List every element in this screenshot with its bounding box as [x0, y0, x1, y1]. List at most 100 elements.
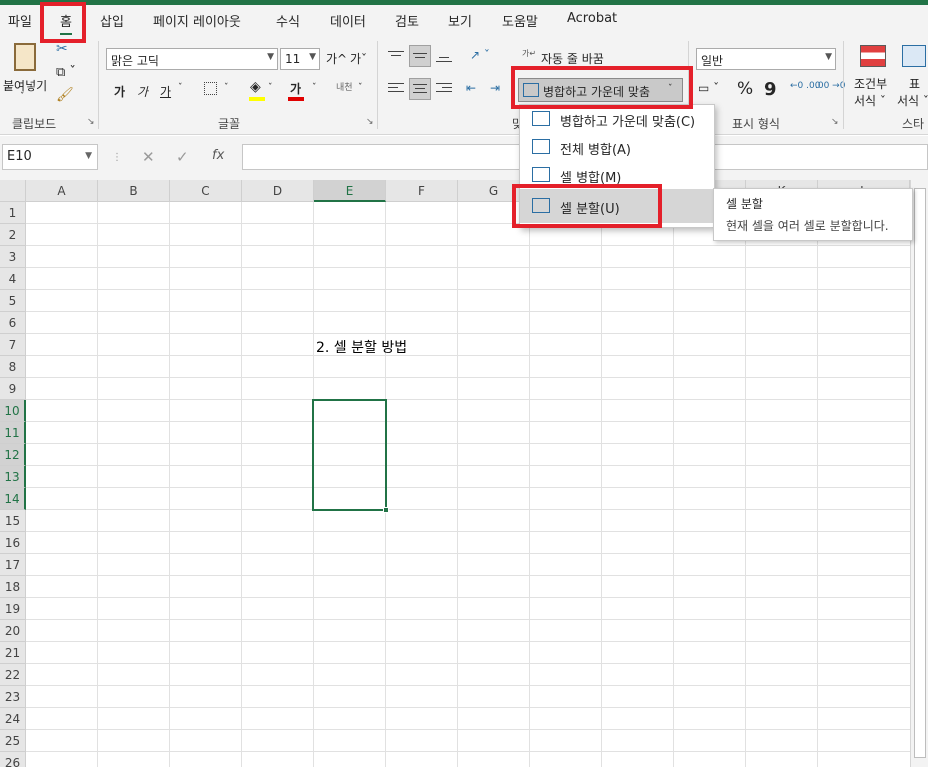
align-bottom-icon[interactable] — [436, 49, 452, 63]
row-header[interactable]: 14 — [0, 488, 26, 510]
conditional-format-sub[interactable]: 서식 ˇ — [854, 92, 886, 109]
italic-button[interactable]: 가 — [137, 83, 148, 100]
format-as-table-icon[interactable] — [902, 45, 926, 67]
comma-button[interactable]: 9 — [764, 79, 777, 100]
format-as-table-sub[interactable]: 서식 ˇ — [897, 92, 928, 109]
column-header-b[interactable]: B — [98, 180, 170, 202]
copy-icon[interactable]: ⧉ ˇ — [56, 65, 76, 80]
underline-button[interactable]: 가 — [160, 83, 171, 100]
column-header-d[interactable]: D — [242, 180, 314, 202]
row-header[interactable]: 18 — [0, 576, 26, 598]
conditional-format-icon[interactable] — [860, 45, 886, 67]
chevron-down-icon[interactable]: ˇ — [268, 83, 273, 93]
row-header[interactable]: 9 — [0, 378, 26, 400]
align-left-icon[interactable] — [388, 81, 404, 95]
row-header[interactable]: 7 — [0, 334, 26, 356]
chevron-down-icon[interactable]: ˇ — [358, 83, 363, 93]
conditional-format-button[interactable]: 조건부 — [854, 75, 887, 92]
tab-acrobat[interactable]: Acrobat — [567, 11, 617, 26]
tab-file[interactable]: 파일 — [8, 11, 32, 30]
row-header[interactable]: 4 — [0, 268, 26, 290]
decrease-indent-icon[interactable]: ⇤ — [466, 81, 476, 95]
align-top-icon[interactable] — [388, 49, 404, 63]
row-header[interactable]: 21 — [0, 642, 26, 664]
cell-e7[interactable]: 2. 셀 분할 방법 — [316, 337, 407, 357]
name-box[interactable]: E10 ▼ — [2, 144, 98, 170]
row-header[interactable]: 25 — [0, 730, 26, 752]
menu-item-merge-center[interactable]: 병합하고 가운데 맞춤(C) — [520, 105, 714, 133]
align-right-icon[interactable] — [436, 81, 452, 95]
paste-button[interactable]: 붙여넣기 — [3, 77, 47, 94]
row-header[interactable]: 20 — [0, 620, 26, 642]
tab-data[interactable]: 데이터 — [330, 11, 366, 30]
clipboard-launcher-icon[interactable]: ↘ — [87, 117, 95, 127]
row-header[interactable]: 8 — [0, 356, 26, 378]
fill-handle[interactable] — [383, 507, 389, 513]
bold-button[interactable]: 가 — [114, 83, 125, 100]
align-middle-icon[interactable] — [409, 45, 431, 67]
format-painter-icon[interactable]: 🖌 — [56, 87, 74, 103]
row-header[interactable]: 15 — [0, 510, 26, 532]
row-header[interactable]: 19 — [0, 598, 26, 620]
vertical-scrollbar[interactable] — [910, 180, 928, 767]
chevron-down-icon[interactable]: ˇ — [178, 83, 183, 93]
row-header[interactable]: 2 — [0, 224, 26, 246]
font-launcher-icon[interactable]: ↘ — [366, 117, 374, 127]
tab-help[interactable]: 도움말 — [502, 11, 538, 30]
row-header[interactable]: 13 — [0, 466, 26, 488]
column-header-c[interactable]: C — [170, 180, 242, 202]
column-header-e[interactable]: E — [314, 180, 386, 202]
phonetic-button[interactable]: 내천 — [336, 80, 353, 93]
increase-indent-icon[interactable]: ⇥ — [490, 81, 500, 95]
tab-page-layout[interactable]: 페이지 레이아웃 — [153, 11, 241, 30]
font-size-select[interactable]: 11 ▼ — [280, 48, 320, 70]
tab-formulas[interactable]: 수식 — [276, 11, 300, 30]
cancel-icon[interactable]: ✕ — [142, 148, 155, 166]
row-header[interactable]: 5 — [0, 290, 26, 312]
tab-view[interactable]: 보기 — [448, 11, 472, 30]
chevron-down-icon[interactable]: ˇ — [312, 83, 317, 93]
number-launcher-icon[interactable]: ↘ — [831, 117, 839, 127]
menu-item-merge-across[interactable]: 전체 병합(A) — [520, 133, 714, 161]
row-header[interactable]: 1 — [0, 202, 26, 224]
chevron-down-icon[interactable]: ˇ — [224, 83, 229, 93]
paste-icon[interactable] — [14, 43, 36, 71]
row-header[interactable]: 22 — [0, 664, 26, 686]
orientation-icon[interactable]: ↗ ˇ — [470, 48, 490, 62]
row-header[interactable]: 12 — [0, 444, 26, 466]
shrink-font-button[interactable]: 가ˇ — [350, 50, 367, 67]
grow-font-button[interactable]: 가^ — [326, 50, 347, 67]
enter-icon[interactable]: ✓ — [176, 148, 189, 166]
row-header[interactable]: 6 — [0, 312, 26, 334]
align-center-icon[interactable] — [409, 78, 431, 100]
selected-range[interactable] — [312, 399, 387, 511]
row-header[interactable]: 16 — [0, 532, 26, 554]
row-header[interactable]: 26 — [0, 752, 26, 767]
row-header[interactable]: 3 — [0, 246, 26, 268]
scrollbar-thumb[interactable] — [914, 188, 926, 758]
wrap-text-icon[interactable]: 가↵ — [522, 48, 536, 59]
cut-icon[interactable]: ✂ — [56, 41, 68, 57]
row-header[interactable]: 23 — [0, 686, 26, 708]
accounting-format-icon[interactable]: ▭ ˇ — [698, 81, 719, 95]
row-header[interactable]: 17 — [0, 554, 26, 576]
wrap-text-button[interactable]: 자동 줄 바꿈 — [541, 50, 604, 67]
font-name-select[interactable]: 맑은 고딕 ▼ — [106, 48, 278, 70]
tab-review[interactable]: 검토 — [395, 11, 419, 30]
number-format-select[interactable]: 일반 ▼ — [696, 48, 836, 70]
decrease-decimal-button[interactable]: .00 →0 — [815, 81, 845, 91]
row-header[interactable]: 10 — [0, 400, 26, 422]
format-as-table-button[interactable]: 표 — [909, 75, 920, 92]
paste-dropdown-icon[interactable]: ˇ — [20, 92, 25, 102]
percent-button[interactable]: % — [737, 79, 753, 99]
font-color-button[interactable]: 가 — [290, 80, 301, 97]
column-header-f[interactable]: F — [386, 180, 458, 202]
select-all-corner[interactable] — [0, 180, 26, 202]
worksheet-grid[interactable]: A B C D E F G H I J K L 1 2 3 4 5 6 7 8 … — [0, 180, 910, 767]
border-icon[interactable] — [204, 82, 217, 95]
column-header-a[interactable]: A — [26, 180, 98, 202]
insert-function-icon[interactable]: fx — [212, 148, 224, 163]
tab-insert[interactable]: 삽입 — [100, 11, 124, 30]
fill-color-icon[interactable]: ◈ — [250, 79, 261, 95]
row-header[interactable]: 24 — [0, 708, 26, 730]
